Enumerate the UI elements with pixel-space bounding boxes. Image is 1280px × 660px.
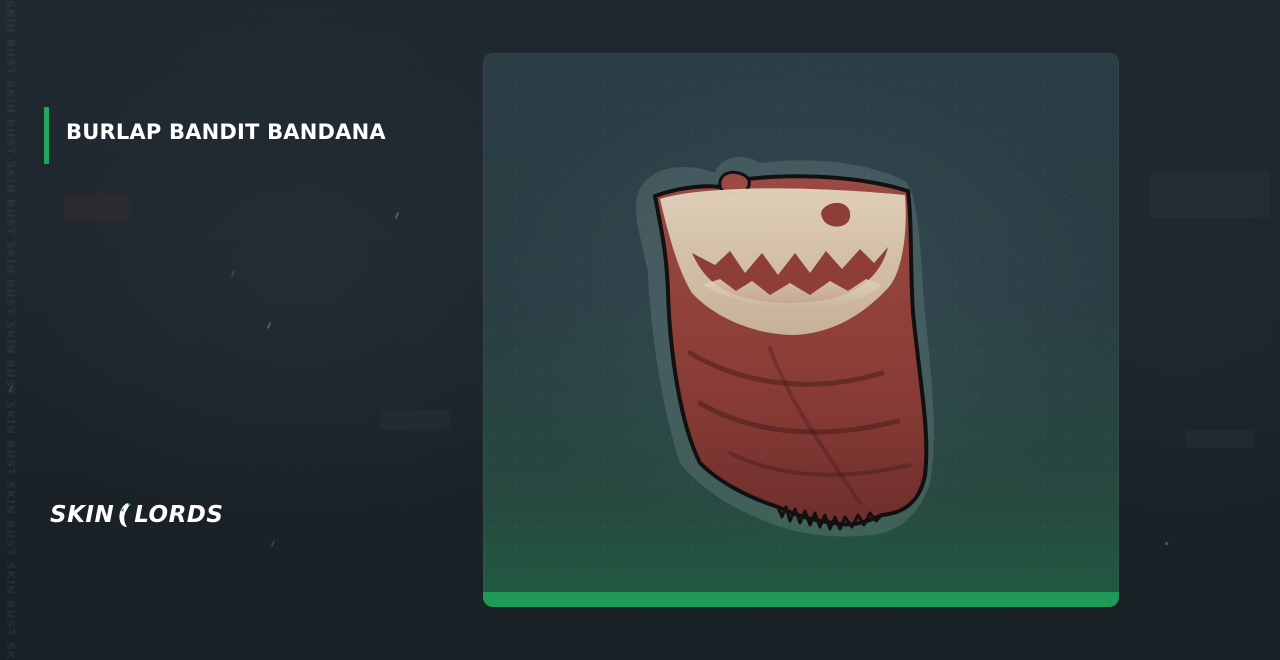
faded-badge <box>64 194 130 222</box>
brand-name-part1: SKIN <box>50 502 115 528</box>
background-ghost-panel-left <box>380 410 450 430</box>
card-footer-bar <box>483 592 1119 607</box>
background-speck <box>270 539 276 548</box>
background-speck <box>266 321 272 330</box>
background-ghost-panel-right-lower <box>1185 430 1255 448</box>
background-speck <box>230 269 236 278</box>
skinlords-logo: SKIN LORDS <box>50 500 223 530</box>
item-title: BURLAP BANDIT BANDANA <box>66 120 386 144</box>
vertical-watermark: SKIN RUST SKIN RUST SKIN RUST SKIN RUST … <box>4 0 17 660</box>
background-speck <box>1164 541 1169 546</box>
item-card <box>483 53 1119 607</box>
title-accent-bar <box>44 107 49 164</box>
skinlords-logo-icon <box>119 503 132 527</box>
skin-showcase-banner: SKIN RUST SKIN RUST SKIN RUST SKIN RUST … <box>0 0 1280 660</box>
background-ghost-panel-right <box>1150 170 1270 218</box>
background-speck <box>394 211 400 220</box>
brand-name-part2: LORDS <box>134 502 224 528</box>
bandana-skin-icon <box>635 156 934 537</box>
